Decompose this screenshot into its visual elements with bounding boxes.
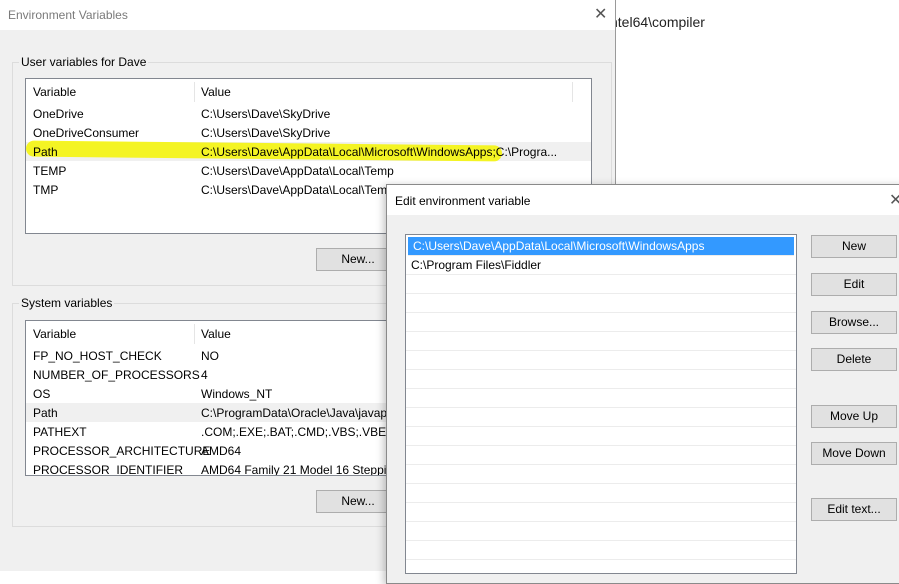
list-item-empty[interactable]: [406, 332, 796, 351]
move-down-button[interactable]: Move Down: [811, 442, 897, 465]
column-divider[interactable]: [194, 324, 195, 344]
table-row[interactable]: OneDriveConsumer C:\Users\Dave\SkyDrive: [26, 123, 591, 142]
variable-value: C:\Users\Dave\AppData\Local\Temp: [201, 183, 394, 197]
variable-name: OS: [33, 387, 51, 401]
variable-value: C:\Users\Dave\SkyDrive: [201, 107, 331, 121]
list-item-empty[interactable]: [406, 503, 796, 522]
column-divider[interactable]: [572, 82, 573, 102]
move-up-button[interactable]: Move Up: [811, 405, 897, 428]
column-header-value[interactable]: Value: [201, 85, 231, 99]
list-item-empty[interactable]: [406, 465, 796, 484]
list-item-empty[interactable]: [406, 408, 796, 427]
variable-name: PATHEXT: [33, 425, 87, 439]
variable-name: NUMBER_OF_PROCESSORS: [33, 368, 200, 382]
variable-name: Path: [33, 406, 58, 420]
variable-value: NO: [201, 349, 219, 363]
variable-name: OneDriveConsumer: [33, 126, 140, 140]
variable-value: C:\Users\Dave\AppData\Local\Microsoft\Wi…: [201, 145, 558, 159]
column-header-variable[interactable]: Variable: [33, 327, 76, 341]
variable-value: AMD64: [201, 444, 242, 458]
list-item[interactable]: C:\Program Files\Fiddler: [406, 256, 796, 275]
variable-name: FP_NO_HOST_CHECK: [33, 349, 162, 363]
list-item-empty[interactable]: [406, 446, 796, 465]
variable-name: OneDrive: [33, 107, 84, 121]
list-item-empty[interactable]: [406, 389, 796, 408]
list-item-empty[interactable]: [406, 541, 796, 560]
window-title: Environment Variables: [8, 8, 128, 22]
column-divider[interactable]: [194, 82, 195, 102]
list-item-empty[interactable]: [406, 275, 796, 294]
variable-value: Windows_NT: [201, 387, 273, 401]
variable-value: 4: [201, 368, 208, 382]
column-header-value[interactable]: Value: [201, 327, 231, 341]
variable-name: PROCESSOR_IDENTIFIER: [33, 463, 184, 476]
delete-button[interactable]: Delete: [811, 348, 897, 371]
title-bar: Edit environment variable ✕: [387, 185, 899, 215]
variable-value: AMD64 Family 21 Model 16 Stepping: [201, 463, 400, 476]
table-row[interactable]: OneDrive C:\Users\Dave\SkyDrive: [26, 104, 591, 123]
list-item-empty[interactable]: [406, 484, 796, 503]
title-bar: Environment Variables ✕: [0, 0, 615, 30]
dialog-title: Edit environment variable: [395, 194, 531, 208]
variable-value: C:\Users\Dave\SkyDrive: [201, 126, 331, 140]
variable-value: .COM;.EXE;.BAT;.CMD;.VBS;.VBE;.JS;: [201, 425, 411, 439]
variable-value: C:\Users\Dave\AppData\Local\Temp: [201, 164, 394, 178]
list-item-empty[interactable]: [406, 370, 796, 389]
table-row[interactable]: TEMP C:\Users\Dave\AppData\Local\Temp: [26, 161, 591, 180]
close-icon[interactable]: ✕: [594, 7, 607, 23]
background-path-text: ntel64\compiler: [610, 14, 705, 30]
edit-environment-variable-dialog: Edit environment variable ✕ C:\Users\Dav…: [386, 184, 899, 584]
edit-text-button[interactable]: Edit text...: [811, 498, 897, 521]
list-item-empty[interactable]: [406, 313, 796, 332]
table-row-path-highlighted[interactable]: Path C:\Users\Dave\AppData\Local\Microso…: [26, 140, 591, 162]
variable-name: PROCESSOR_ARCHITECTURE: [33, 444, 211, 458]
list-item-empty[interactable]: [406, 522, 796, 541]
list-item-selected[interactable]: C:\Users\Dave\AppData\Local\Microsoft\Wi…: [408, 237, 794, 256]
variable-name: TMP: [33, 183, 59, 197]
column-header-variable[interactable]: Variable: [33, 85, 76, 99]
system-variables-label: System variables: [19, 296, 115, 310]
list-item-empty[interactable]: [406, 294, 796, 313]
browse-button[interactable]: Browse...: [811, 311, 897, 334]
new-button[interactable]: New: [811, 235, 897, 258]
list-item-empty[interactable]: [406, 427, 796, 446]
path-entries-list[interactable]: C:\Users\Dave\AppData\Local\Microsoft\Wi…: [405, 234, 797, 574]
list-header: Variable Value: [26, 79, 591, 103]
edit-button[interactable]: Edit: [811, 273, 897, 296]
user-variables-label: User variables for Dave: [19, 55, 149, 69]
variable-value: C:\ProgramData\Oracle\Java\javapath: [201, 406, 404, 420]
variable-name: Path: [33, 145, 58, 159]
close-icon[interactable]: ✕: [889, 193, 899, 209]
variable-name: TEMP: [33, 164, 67, 178]
list-item-empty[interactable]: [406, 351, 796, 370]
